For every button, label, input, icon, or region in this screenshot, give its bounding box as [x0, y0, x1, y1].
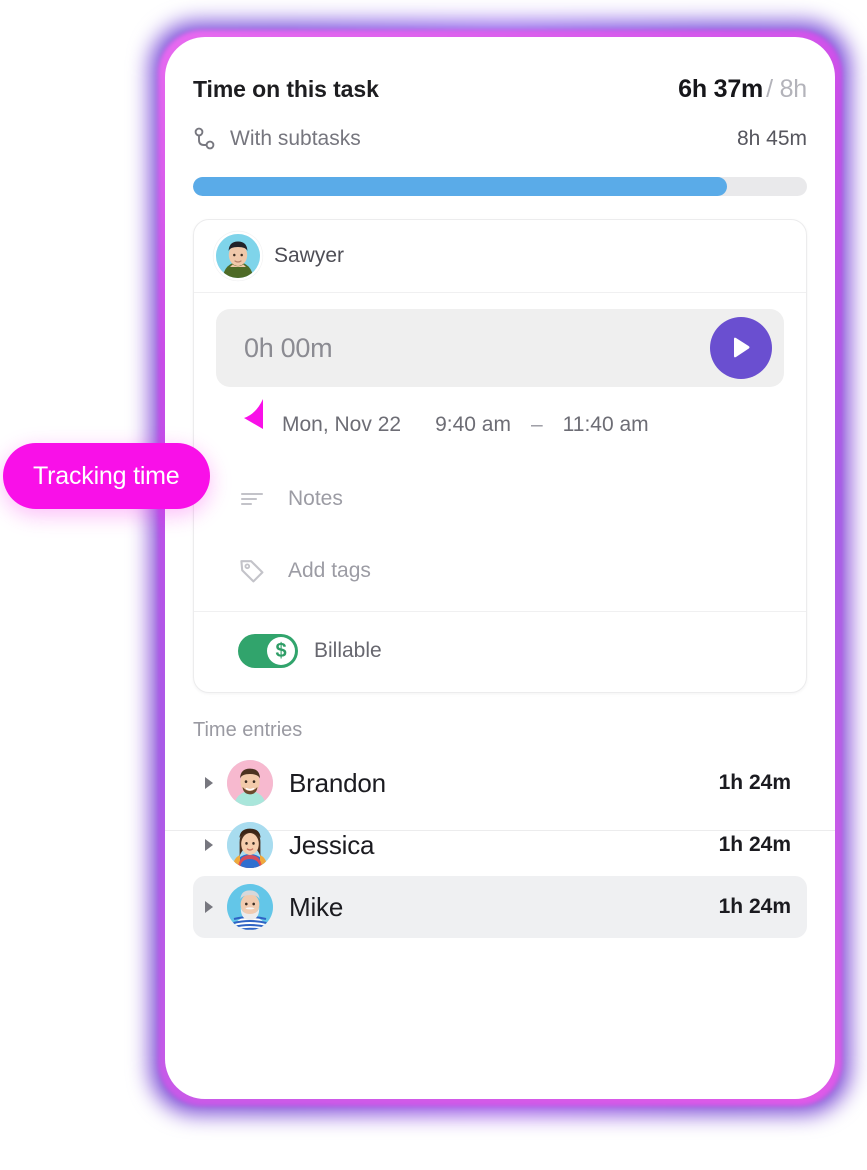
entry-duration: 1h 24m: [718, 771, 791, 794]
avatar-brandon: [227, 760, 273, 806]
time-entries-list: Brandon 1h 24m Jessica 1h 24m Mike 1h 24…: [193, 752, 807, 938]
avatar-mike: [227, 884, 273, 930]
entry-start-time: 9:40 am: [435, 413, 511, 436]
entry-tags-row[interactable]: Add tags: [216, 535, 784, 607]
timer-value: 0h 00m: [244, 332, 333, 363]
active-entry-user: Sawyer: [194, 220, 806, 293]
start-timer-button[interactable]: [710, 317, 772, 379]
tracking-time-callout: Tracking time: [3, 443, 210, 509]
caret-right-icon[interactable]: [199, 897, 219, 917]
entry-datetime-row[interactable]: Mon, Nov 22 9:40 am – 11:40 am: [216, 387, 784, 463]
table-row[interactable]: Brandon 1h 24m: [193, 752, 807, 814]
page-title: Time on this task: [193, 75, 379, 102]
time-tracking-card: Time on this task 6h 37m/ 8h With subtas…: [165, 37, 835, 1099]
with-subtasks-total: 8h 45m: [736, 127, 807, 150]
add-tags-label: Add tags: [288, 559, 371, 582]
entry-end-time: 11:40 am: [562, 413, 649, 436]
billable-section: $ Billable: [194, 611, 806, 692]
with-subtasks-label: With subtasks: [230, 127, 361, 150]
entry-user-name: Mike: [289, 891, 344, 922]
screenshot-root: Time on this task 6h 37m/ 8h With subtas…: [0, 0, 867, 1170]
entry-duration: 1h 24m: [718, 895, 791, 918]
billable-label: Billable: [314, 639, 382, 662]
billable-toggle-knob: $: [267, 637, 295, 665]
time-estimate-value: / 8h: [766, 74, 807, 103]
with-subtasks-row: With subtasks 8h 45m: [193, 119, 807, 159]
active-time-entry-card: Sawyer 0h 00m Mon, Nov 22 9:40 am – 11:4…: [193, 219, 807, 693]
timer-field[interactable]: 0h 00m: [216, 309, 784, 387]
task-total-time: 6h 37m/ 8h: [678, 75, 807, 104]
avatar-jessica: [227, 822, 273, 868]
time-progress-fill: [193, 177, 728, 196]
billable-toggle[interactable]: $: [238, 634, 298, 668]
table-row[interactable]: Mike 1h 24m: [193, 876, 807, 938]
entry-user-name: Jessica: [289, 829, 375, 860]
time-entries-title: Time entries: [193, 719, 303, 741]
entry-notes-row[interactable]: Notes: [216, 463, 784, 535]
avatar-sawyer: [216, 234, 260, 278]
caret-right-icon[interactable]: [199, 835, 219, 855]
time-spent-value: 6h 37m: [678, 74, 764, 103]
entry-date: Mon, Nov 22: [282, 413, 402, 436]
active-entry-user-name: Sawyer: [274, 244, 345, 267]
task-time-header: Time on this task 6h 37m/ 8h: [193, 65, 807, 113]
entry-duration: 1h 24m: [718, 833, 791, 856]
entry-time-dash: –: [530, 413, 543, 436]
table-row[interactable]: Jessica 1h 24m: [193, 814, 807, 876]
time-progress-bar: [193, 177, 807, 196]
subtask-branch-icon: [193, 126, 217, 152]
callout-label: Tracking time: [33, 461, 180, 490]
notes-label: Notes: [288, 487, 343, 510]
tag-icon: [238, 557, 266, 585]
entry-user-name: Brandon: [289, 767, 386, 798]
notes-lines-icon: [238, 485, 266, 513]
play-icon: [729, 335, 753, 361]
caret-right-icon[interactable]: [199, 773, 219, 793]
callout-pointer-icon: [222, 396, 266, 440]
